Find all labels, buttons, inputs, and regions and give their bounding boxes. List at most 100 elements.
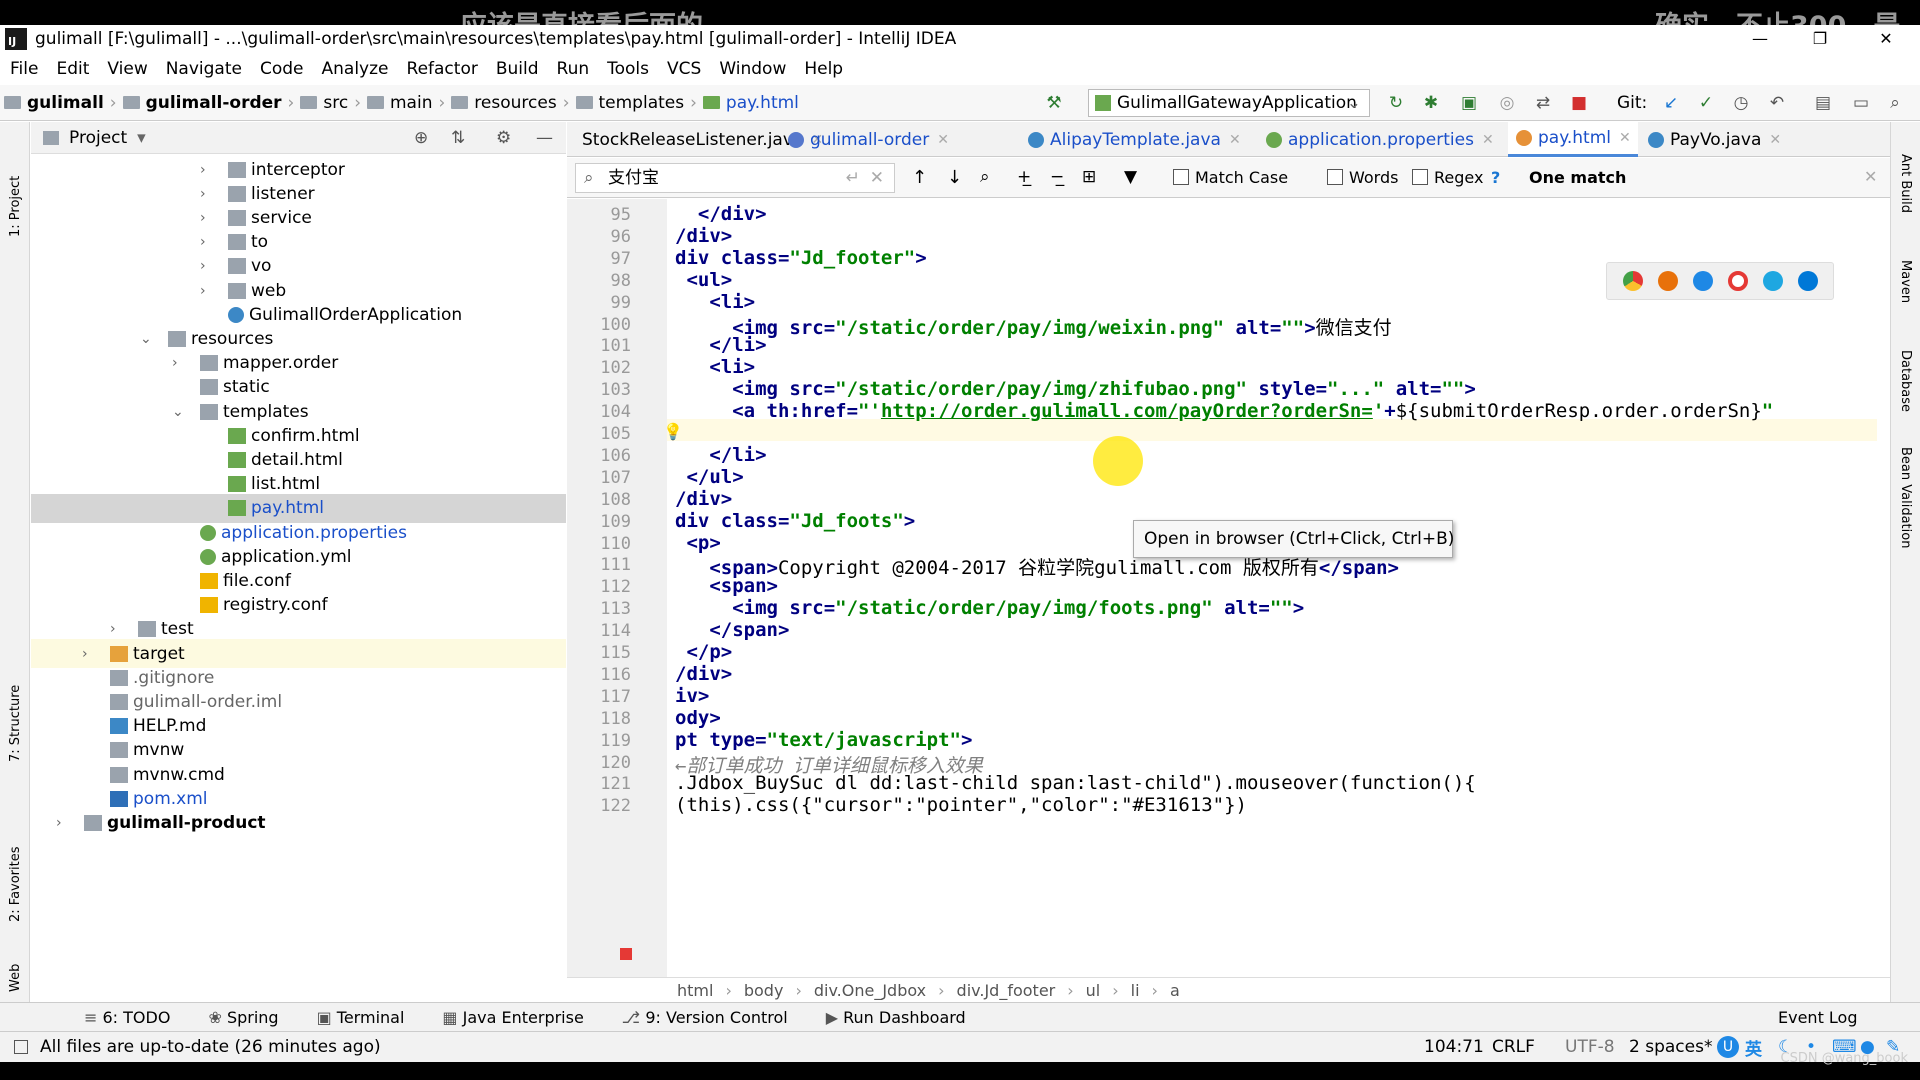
breadcrumb-item[interactable]: gulimall: [27, 93, 104, 113]
gear-icon[interactable]: ⚙: [496, 128, 511, 148]
ime-language[interactable]: 英: [1745, 1035, 1762, 1060]
editor-breadcrumb-item[interactable]: li: [1131, 981, 1140, 1000]
code-line[interactable]: </div>: [675, 203, 767, 225]
editor-breadcrumb-item[interactable]: a: [1170, 981, 1180, 1000]
chevron-right-icon[interactable]: ›: [200, 210, 206, 226]
menu-refactor[interactable]: Refactor: [397, 59, 486, 79]
chevron-right-icon[interactable]: ›: [82, 646, 88, 662]
collapse-all-icon[interactable]: ⇅: [451, 128, 465, 148]
menu-build[interactable]: Build: [486, 59, 547, 79]
tool-favorites[interactable]: 2: Favorites: [8, 846, 23, 922]
chevron-right-icon[interactable]: ›: [172, 355, 178, 371]
tool-window-button[interactable]: ≡ 6: TODO: [84, 1008, 170, 1027]
breadcrumb-item[interactable]: templates: [599, 93, 685, 113]
chevron-right-icon[interactable]: ›: [200, 283, 206, 299]
close-tab-icon[interactable]: ✕: [1482, 132, 1494, 148]
breadcrumb-item[interactable]: gulimall-order: [146, 93, 282, 113]
chevron-down-icon[interactable]: ⌄: [172, 404, 184, 420]
chevron-right-icon[interactable]: ›: [200, 258, 206, 274]
menu-window[interactable]: Window: [709, 59, 794, 79]
previous-occurrence-icon[interactable]: ↑: [912, 167, 927, 188]
debug-icon[interactable]: ✱: [1420, 93, 1442, 113]
menu-edit[interactable]: Edit: [46, 59, 97, 79]
profile-icon[interactable]: ◎: [1496, 93, 1518, 113]
editor-breadcrumb-item[interactable]: html: [677, 981, 713, 1000]
add-selection-icon[interactable]: +̲: [1017, 167, 1031, 187]
menu-view[interactable]: View: [97, 59, 155, 79]
code-line[interactable]: <img src="/static/order/pay/img/foots.pn…: [675, 597, 1304, 619]
opera-icon[interactable]: [1727, 271, 1748, 291]
code-line[interactable]: <p>: [675, 532, 720, 554]
tree-item[interactable]: › gulimall-product: [31, 808, 566, 837]
menu-help[interactable]: Help: [794, 59, 851, 79]
hide-panel-icon[interactable]: —: [536, 128, 553, 148]
rerun-icon[interactable]: ↻: [1385, 93, 1407, 113]
code-line[interactable]: .Jdbox_BuySuc dl dd:last-child span:last…: [675, 772, 1476, 794]
locate-icon[interactable]: ⊕: [414, 128, 428, 148]
chevron-right-icon[interactable]: ›: [200, 162, 206, 178]
menu-file[interactable]: File: [0, 59, 46, 79]
stop-icon[interactable]: ■: [1568, 93, 1590, 113]
breadcrumb-item[interactable]: main: [390, 93, 432, 113]
filter-icon[interactable]: ▼: [1124, 167, 1137, 187]
code-line[interactable]: /div>: [675, 663, 732, 685]
run-configuration-select[interactable]: GulimallGatewayApplication ⌄: [1088, 89, 1370, 117]
safari-icon[interactable]: [1692, 271, 1713, 291]
tool-project[interactable]: 1: Project: [8, 176, 23, 237]
code-line[interactable]: ody>: [675, 707, 721, 729]
tool-maven[interactable]: Maven: [1898, 260, 1913, 303]
ie-icon[interactable]: [1762, 271, 1783, 291]
maximize-button[interactable]: ❐: [1800, 25, 1840, 53]
code-line[interactable]: </p>: [675, 641, 732, 663]
unselect-icon[interactable]: −̲: [1050, 167, 1064, 187]
code-line[interactable]: <li>: [675, 291, 755, 313]
editor-tab[interactable]: StockReleaseListener.java ✕: [568, 122, 823, 157]
attach-icon[interactable]: ⇄: [1532, 93, 1554, 113]
chevron-right-icon[interactable]: ›: [200, 186, 206, 202]
chrome-icon[interactable]: [1622, 271, 1643, 291]
line-separator[interactable]: CRLF: [1492, 1037, 1535, 1057]
match-case-checkbox[interactable]: [1173, 169, 1189, 185]
indent-setting[interactable]: 2 spaces*: [1629, 1037, 1712, 1057]
code-line[interactable]: <li>: [675, 356, 755, 378]
editor-breadcrumb-item[interactable]: ul: [1086, 981, 1101, 1000]
build-hammer-icon[interactable]: ⚒: [1043, 93, 1065, 113]
git-rollback-icon[interactable]: ↶: [1766, 93, 1788, 113]
chevron-right-icon[interactable]: ›: [110, 621, 116, 637]
code-line[interactable]: <img src="/static/order/pay/img/weixin.p…: [675, 313, 1391, 340]
editor-tab[interactable]: pay.html ✕: [1508, 122, 1638, 157]
breadcrumb-item[interactable]: resources: [474, 93, 556, 113]
minimize-button[interactable]: —: [1740, 25, 1780, 53]
editor-tab[interactable]: AlipayTemplate.java ✕: [1020, 122, 1256, 157]
code-line[interactable]: pt type="text/javascript">: [675, 729, 972, 751]
close-tab-icon[interactable]: ✕: [1769, 132, 1781, 148]
status-toggle-icon[interactable]: [14, 1040, 28, 1054]
firefox-icon[interactable]: [1657, 271, 1678, 291]
code-line[interactable]: iv>: [675, 685, 709, 707]
menu-analyze[interactable]: Analyze: [312, 59, 397, 79]
select-all-icon[interactable]: ⊞: [1082, 167, 1096, 187]
breadcrumb-item[interactable]: src: [323, 93, 348, 113]
close-tab-icon[interactable]: ✕: [1619, 130, 1631, 146]
menu-run[interactable]: Run: [547, 59, 598, 79]
next-occurrence-icon[interactable]: ↓: [947, 167, 962, 188]
code-line[interactable]: <a th:href="'http://order.gulimall.com/p…: [675, 400, 1773, 422]
search-everywhere-icon[interactable]: ⌕: [1884, 93, 1906, 113]
menu-vcs[interactable]: VCS: [657, 59, 709, 79]
layout-icon[interactable]: ▭: [1850, 93, 1872, 113]
breadcrumb-item[interactable]: pay.html: [726, 93, 799, 113]
code-line[interactable]: div class="Jd_foots">: [675, 510, 915, 532]
tool-window-button[interactable]: ▦ Java Enterprise: [442, 1008, 583, 1027]
editor-tab[interactable]: PayVo.java ✕: [1640, 122, 1795, 157]
code-line[interactable]: </span>: [675, 619, 789, 641]
breakpoint-icon[interactable]: [620, 948, 632, 960]
git-update-icon[interactable]: ↙: [1660, 93, 1682, 113]
tool-structure[interactable]: 7: Structure: [8, 685, 23, 762]
project-structure-icon[interactable]: ▤: [1812, 93, 1834, 113]
chevron-right-icon[interactable]: ›: [56, 815, 62, 831]
tool-bean-validation[interactable]: Bean Validation: [1898, 447, 1913, 548]
editor-breadcrumb-item[interactable]: body: [744, 981, 784, 1000]
ime-icon[interactable]: U: [1717, 1036, 1739, 1058]
chevron-down-icon[interactable]: ⌄: [140, 331, 152, 347]
tool-window-button[interactable]: ❀ Spring: [208, 1008, 278, 1027]
